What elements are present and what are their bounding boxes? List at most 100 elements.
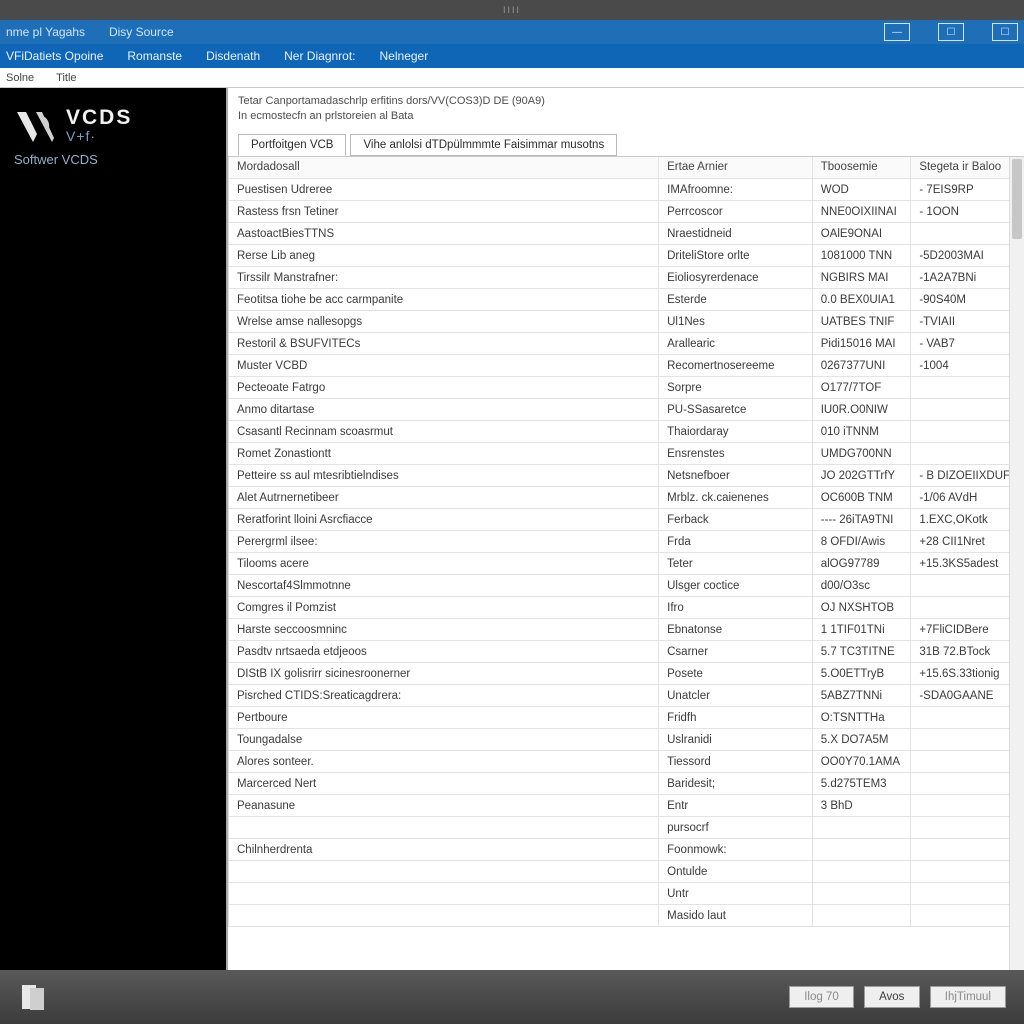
table-row[interactable]: Rerse Lib anegDriteliStore orlte1081000 … [229, 245, 1024, 267]
table-row[interactable]: Petteire ss aul mtesribtielndisesNetsnef… [229, 465, 1024, 487]
cell: -TVIAII [911, 311, 1024, 333]
table-row[interactable]: DIStB IX golisrirr sicinesroonernerPoset… [229, 663, 1024, 685]
footer-button-2[interactable]: IhjTimuul [930, 986, 1006, 1008]
cell: +28 CII1Nret [911, 531, 1024, 553]
menu2-item-1[interactable]: Romanste [127, 49, 182, 63]
cell: ---- 26iTA9TNI [812, 509, 911, 531]
cell: Pidi15016 MAI [812, 333, 911, 355]
main-panel: Tetar Canportamadaschrlp erfitins dors/V… [228, 88, 1024, 970]
cell [812, 861, 911, 883]
table-row[interactable]: Puestisen UdrereeIMAfroomne:WOD- 7EIS9RP [229, 179, 1024, 201]
table-row[interactable]: PeanasuneEntr3 BhD [229, 795, 1024, 817]
table-row[interactable]: ToungadalseUslranidi5.X DO7A5M [229, 729, 1024, 751]
titlebar-mini-text: IIII [503, 5, 521, 15]
menu2-item-0[interactable]: VFiDatiets Opoine [6, 49, 103, 63]
table-row[interactable]: Pecteoate FatrgoSorpreO177/7TOF [229, 377, 1024, 399]
footer-button-1[interactable]: Avos [864, 986, 920, 1008]
menu3-item-1[interactable]: Title [56, 72, 76, 84]
table-row[interactable]: Wrelse amse nallesopgsUl1NesUATBES TNIF-… [229, 311, 1024, 333]
table-row[interactable]: Tilooms acereTeteralOG97789+15.3KS5adest [229, 553, 1024, 575]
cell [911, 839, 1024, 861]
cell: Baridesit; [659, 773, 813, 795]
table-row[interactable]: Alet AutrnernetibeerMrblz. ck.caienenesO… [229, 487, 1024, 509]
cell: Rerse Lib aneg [229, 245, 659, 267]
cell: Wrelse amse nallesopgs [229, 311, 659, 333]
cell: 1 1TIF01TNi [812, 619, 911, 641]
table-row[interactable]: Rastess frsn TetinerPerrcoscorNNE0OIXIIN… [229, 201, 1024, 223]
cell [911, 905, 1024, 927]
tab-0[interactable]: Portfoitgen VCB [238, 134, 346, 156]
table-row[interactable]: Nescortaf4SlmmotnneUlsger cocticed00/O3s… [229, 575, 1024, 597]
col-header-2[interactable]: Tboosemie [812, 157, 911, 179]
table-row[interactable]: Csasantl Recinnam scoasrmutThaiordaray01… [229, 421, 1024, 443]
cell: -5D2003MAI [911, 245, 1024, 267]
col-header-1[interactable]: Ertae Arnier [659, 157, 813, 179]
table-row[interactable]: Perergrml ilsee:Frda8 OFDI/Awis+28 CII1N… [229, 531, 1024, 553]
scrollbar-vertical[interactable] [1009, 157, 1024, 970]
cell: OC600B TNM [812, 487, 911, 509]
table-row[interactable]: Alores sonteer.TiessordOO0Y70.1AMA [229, 751, 1024, 773]
table-row[interactable]: Marcerced NertBaridesit;5.d275TEM3 [229, 773, 1024, 795]
cell [911, 223, 1024, 245]
cell: - 1OON [911, 201, 1024, 223]
cell: Ontulde [659, 861, 813, 883]
menu2-item-4[interactable]: Nelneger [380, 49, 429, 63]
table-row[interactable]: Harste seccoosmnincEbnatonse1 1TIF01TNi+… [229, 619, 1024, 641]
cell [812, 839, 911, 861]
table-row[interactable]: ChilnherdrentaFoonmowk: [229, 839, 1024, 861]
table-row[interactable]: Comgres il PomzistIfroOJ NXSHTOB [229, 597, 1024, 619]
cell: 1.EXC,OKotk [911, 509, 1024, 531]
table-row[interactable]: Tirssilr Manstrafner:EioliosyrerdenaceNG… [229, 267, 1024, 289]
menu1-item-1[interactable]: Disy Source [109, 25, 174, 39]
menu3-item-0[interactable]: Solne [6, 72, 34, 84]
cell: Romet Zonastiontt [229, 443, 659, 465]
table-row[interactable]: Masido laut [229, 905, 1024, 927]
cell: Chilnherdrenta [229, 839, 659, 861]
tab-1[interactable]: Vihe anlolsi dTDpülmmmte Faisimmar musot… [350, 134, 617, 156]
close-icon[interactable]: ☐ [992, 23, 1018, 41]
table-row[interactable]: pursocrf [229, 817, 1024, 839]
cell: Tilooms acere [229, 553, 659, 575]
cell: Unatcler [659, 685, 813, 707]
cell: Tirssilr Manstrafner: [229, 267, 659, 289]
footer-button-0[interactable]: Ilog 70 [789, 986, 854, 1008]
menu2-item-2[interactable]: Disdenath [206, 49, 260, 63]
table-row[interactable]: PertboureFridfhO:TSNTTHa [229, 707, 1024, 729]
cell: 5.7 TC3TITNE [812, 641, 911, 663]
table-row[interactable]: Pisrched CTIDS:Sreaticagdrera:Unatcler5A… [229, 685, 1024, 707]
cell: Sorpre [659, 377, 813, 399]
cell: +7FliCIDBere [911, 619, 1024, 641]
cell: Pasdtv nrtsaeda etdjeoos [229, 641, 659, 663]
minimize-icon[interactable]: — [884, 23, 910, 41]
table-row[interactable]: Anmo ditartasePU-SSasaretceIU0R.O0NIW [229, 399, 1024, 421]
maximize-icon[interactable]: ☐ [938, 23, 964, 41]
menubar-primary: nme pl Yagahs Disy Source — ☐ ☐ [0, 20, 1024, 44]
table-row[interactable]: Muster VCBDRecomertnosereeme0267377UNI-1… [229, 355, 1024, 377]
sidebar: VCDS V+f· Softwer VCDS [0, 88, 226, 970]
cell: Pertboure [229, 707, 659, 729]
table-row[interactable]: Feotitsa tiohe be acc carmpaniteEsterde0… [229, 289, 1024, 311]
cell: -SDA0GAANE [911, 685, 1024, 707]
cell: Ifro [659, 597, 813, 619]
menu2-item-3[interactable]: Ner Diagnrot: [284, 49, 355, 63]
menu1-item-0[interactable]: nme pl Yagahs [6, 25, 85, 39]
col-header-0[interactable]: Mordadosall [229, 157, 659, 179]
document-icon[interactable] [18, 982, 52, 1012]
table-row[interactable]: Romet ZonastionttEnsrenstesUMDG700NN [229, 443, 1024, 465]
table-row[interactable]: Reratforint lloini AsrcfiacceFerback----… [229, 509, 1024, 531]
cell [229, 861, 659, 883]
table-row[interactable]: Ontulde [229, 861, 1024, 883]
table-row[interactable]: Untr [229, 883, 1024, 905]
cell [911, 597, 1024, 619]
description-line1: Tetar Canportamadaschrlp erfitins dors/V… [238, 94, 1014, 109]
cell: Perergrml ilsee: [229, 531, 659, 553]
cell: Netsnefboer [659, 465, 813, 487]
scrollbar-thumb[interactable] [1012, 159, 1022, 239]
table-row[interactable]: AastoactBiesTTNSNraestidneidOAlE9ONAI [229, 223, 1024, 245]
table-row[interactable]: Restoril & BSUFVITECsArallearicPidi15016… [229, 333, 1024, 355]
logo-text-secondary: V+f· [66, 128, 132, 144]
cell: alOG97789 [812, 553, 911, 575]
cell: PU-SSasaretce [659, 399, 813, 421]
col-header-3[interactable]: Stegeta ir Baloo [911, 157, 1024, 179]
table-row[interactable]: Pasdtv nrtsaeda etdjeoosCsarner5.7 TC3TI… [229, 641, 1024, 663]
